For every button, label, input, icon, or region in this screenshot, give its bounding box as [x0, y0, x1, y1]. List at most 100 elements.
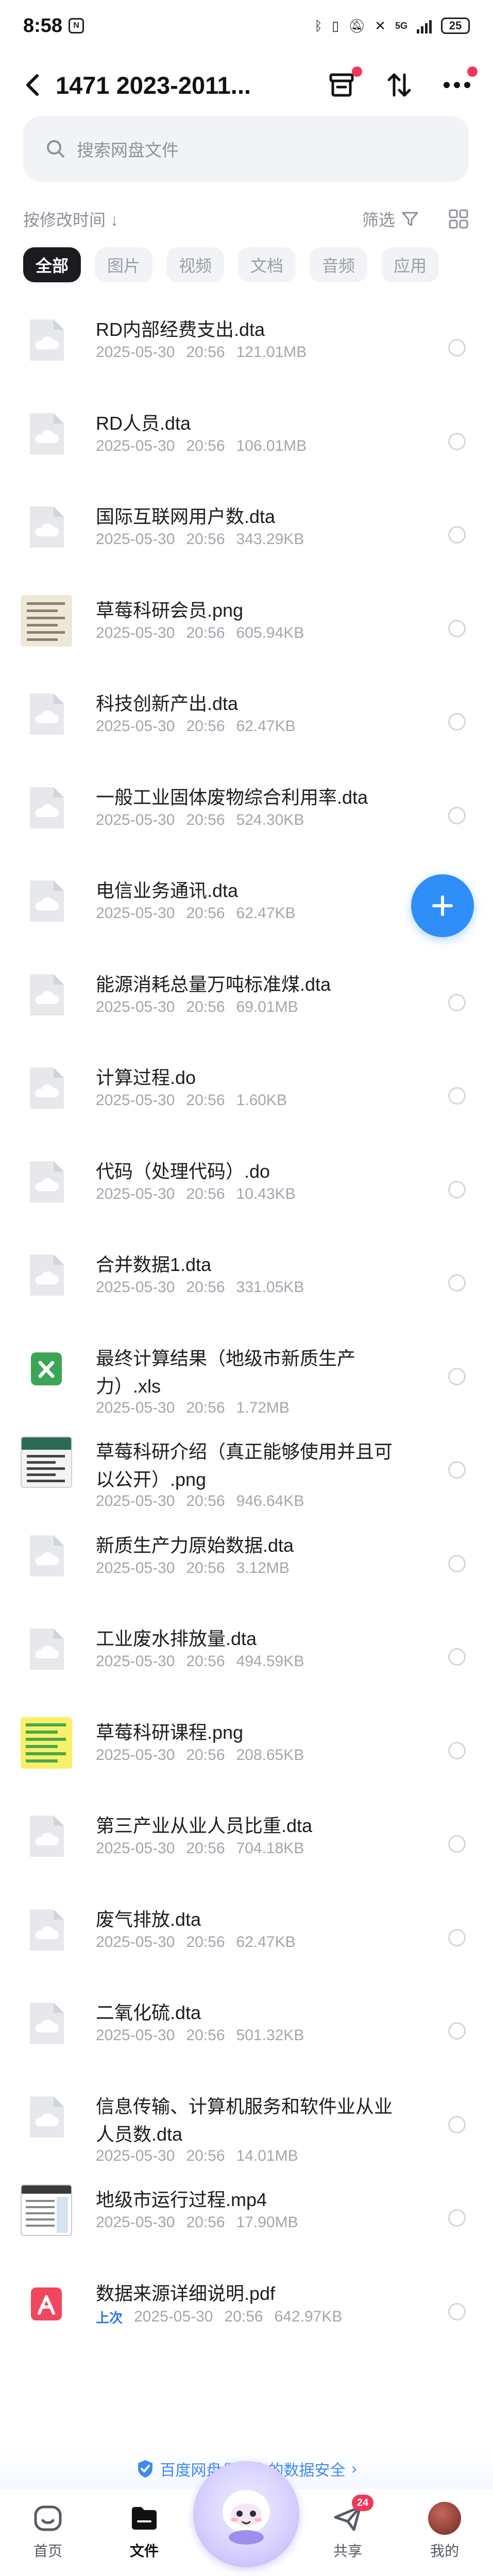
select-checkbox[interactable] [448, 1367, 466, 1385]
file-row[interactable]: 科技创新产出.dta 2025-05-30 20:56 62.47KB [0, 670, 493, 764]
tab-2[interactable]: 视频 [166, 247, 225, 282]
select-checkbox[interactable] [448, 713, 466, 731]
file-row[interactable]: 能源消耗总量万吨标准煤.dta 2025-05-30 20:56 69.01MB [0, 951, 493, 1045]
file-row[interactable]: RD人员.dta 2025-05-30 20:56 106.01MB [0, 390, 493, 484]
file-icon-container [21, 1249, 72, 1301]
file-name: 工业废水排放量.dta [96, 1628, 257, 1649]
file-size: 946.64KB [236, 1493, 304, 1510]
file-size: 208.65KB [236, 1746, 304, 1764]
nav-files[interactable]: 文件 [113, 2502, 175, 2561]
tab-3[interactable]: 文档 [238, 247, 296, 282]
file-row[interactable]: 一般工业固体废物综合利用率.dta 2025-05-30 20:56 524.30KB [0, 764, 493, 858]
file-meta: 2025-05-30 20:56 343.29KB [96, 531, 304, 548]
nav-share[interactable]: 24 共享 [317, 2495, 379, 2561]
back-button[interactable] [15, 68, 49, 102]
file-row[interactable]: 地级市运行过程.mp4 2025-05-30 20:56 17.90MB [0, 2166, 493, 2260]
select-checkbox[interactable] [448, 2022, 466, 2040]
select-checkbox[interactable] [448, 2302, 466, 2320]
status-left: 8:58 N [23, 15, 84, 37]
select-checkbox[interactable] [448, 1274, 466, 1292]
grid-view-button[interactable] [447, 208, 470, 230]
file-size: 642.97KB [274, 2308, 343, 2325]
file-time: 20:56 [186, 905, 225, 922]
file-icon-container [21, 1156, 72, 1208]
select-checkbox[interactable] [448, 1554, 466, 1572]
nav-home[interactable]: 首页 [17, 2502, 79, 2561]
file-name: 信息传输、计算机服务和软件业从业人员数.dta [96, 2095, 393, 2145]
file-name: 地级市运行过程.mp4 [96, 2189, 267, 2210]
file-icon-container [21, 314, 72, 366]
status-bar: 8:58 N ᛒ ▯ 🔕︎ ✕ 5G 25 [0, 0, 493, 52]
select-checkbox[interactable] [448, 806, 466, 824]
sort-button[interactable] [384, 70, 415, 100]
tab-0[interactable]: 全部 [23, 247, 81, 282]
select-checkbox[interactable] [448, 526, 466, 544]
file-row[interactable]: 第三产业从业人员比重.dta 2025-05-30 20:56 704.18KB [0, 1792, 493, 1886]
file-time: 20:56 [186, 998, 225, 1015]
file-row[interactable]: 草莓科研课程.png 2025-05-30 20:56 208.65KB [0, 1699, 493, 1793]
file-date: 2025-05-30 [134, 2308, 213, 2325]
file-icon-container [21, 2184, 72, 2236]
select-checkbox[interactable] [448, 1741, 466, 1759]
sort-by-modified-time[interactable]: 按修改时间 ↓ [23, 207, 118, 231]
select-checkbox[interactable] [448, 339, 466, 357]
tab-1[interactable]: 图片 [95, 247, 153, 282]
cloud-file-icon [30, 413, 64, 454]
grid-view-icon [449, 209, 468, 229]
file-meta: 2025-05-30 20:56 605.94KB [96, 624, 304, 642]
file-row[interactable]: 合并数据1.dta 2025-05-30 20:56 331.05KB [0, 1231, 493, 1325]
file-icon-container [21, 688, 72, 740]
filter-button[interactable]: 筛选 [362, 207, 419, 231]
file-meta: 2025-05-30 20:56 1.60KB [96, 1092, 287, 1109]
select-checkbox[interactable] [448, 1835, 466, 1853]
file-date: 2025-05-30 [96, 905, 175, 922]
tab-5[interactable]: 应用 [381, 247, 439, 282]
file-name: 合并数据1.dta [96, 1254, 212, 1275]
select-checkbox[interactable] [448, 1180, 466, 1198]
select-checkbox[interactable] [448, 619, 466, 637]
more-button[interactable] [441, 66, 478, 100]
transfer-list-button[interactable] [326, 66, 362, 100]
select-checkbox[interactable] [448, 1461, 466, 1479]
file-row[interactable]: 草莓科研会员.png 2025-05-30 20:56 605.94KB [0, 577, 493, 671]
select-checkbox[interactable] [448, 1928, 466, 1946]
file-date: 2025-05-30 [96, 1399, 175, 1416]
file-icon-container [21, 875, 72, 927]
file-row[interactable]: 工业废水排放量.dta 2025-05-30 20:56 494.59KB [0, 1605, 493, 1699]
file-row[interactable]: 废气排放.dta 2025-05-30 20:56 62.47KB [0, 1886, 493, 1980]
file-size: 501.32KB [236, 2027, 304, 2044]
file-row[interactable]: 计算过程.do 2025-05-30 20:56 1.60KB [0, 1044, 493, 1138]
select-checkbox[interactable] [448, 993, 466, 1011]
mascot-assistant-button[interactable] [193, 2461, 299, 2567]
file-name: 科技创新产出.dta [96, 693, 239, 714]
file-row[interactable]: RD内部经费支出.dta 2025-05-30 20:56 121.01MB [0, 296, 493, 390]
file-date: 2025-05-30 [96, 1559, 175, 1577]
file-time: 20:56 [186, 2147, 225, 2164]
select-checkbox[interactable] [448, 2209, 466, 2227]
file-row[interactable]: 新质生产力原始数据.dta 2025-05-30 20:56 3.12MB [0, 1512, 493, 1606]
upload-fab[interactable] [411, 874, 474, 937]
file-row[interactable]: 草莓科研介绍（真正能够使用并且可以公开）.png 2025-05-30 20:56 9… [0, 1418, 493, 1512]
tab-4[interactable]: 音频 [310, 247, 368, 282]
file-meta: 2025-05-30 20:56 946.64KB [96, 1493, 304, 1510]
file-size: 1.60KB [236, 1092, 287, 1109]
select-checkbox[interactable] [448, 2115, 466, 2133]
nav-mine[interactable]: 我的 [414, 2502, 475, 2561]
file-row[interactable]: 代码（处理代码）.do 2025-05-30 20:56 10.43KB [0, 1138, 493, 1232]
file-row[interactable]: 数据来源详细说明.pdf 上次 2025-05-30 20:56 642.97KB [0, 2260, 493, 2354]
file-time: 20:56 [186, 2214, 225, 2231]
select-checkbox[interactable] [448, 432, 466, 450]
select-checkbox[interactable] [448, 1087, 466, 1105]
file-row[interactable]: 信息传输、计算机服务和软件业从业人员数.dta 2025-05-30 20:56 14… [0, 2073, 493, 2167]
file-time: 20:56 [186, 1840, 225, 1857]
file-row[interactable]: 二氧化硫.dta 2025-05-30 20:56 501.32KB [0, 1979, 493, 2073]
file-time: 20:56 [186, 1092, 225, 1109]
file-row[interactable]: 国际互联网用户数.dta 2025-05-30 20:56 343.29KB [0, 483, 493, 577]
file-row[interactable]: 最终计算结果（地级市新质生产力）.xls 2025-05-30 20:56 1.72M… [0, 1325, 493, 1419]
page-title: 1471 2023-2011... [56, 71, 251, 99]
filter-funnel-icon [402, 212, 418, 226]
file-meta: 2025-05-30 20:56 14.01MB [96, 2147, 298, 2165]
select-checkbox[interactable] [448, 1648, 466, 1666]
search-input[interactable]: 搜索网盘文件 [23, 116, 469, 182]
back-arrow-icon [26, 74, 39, 96]
